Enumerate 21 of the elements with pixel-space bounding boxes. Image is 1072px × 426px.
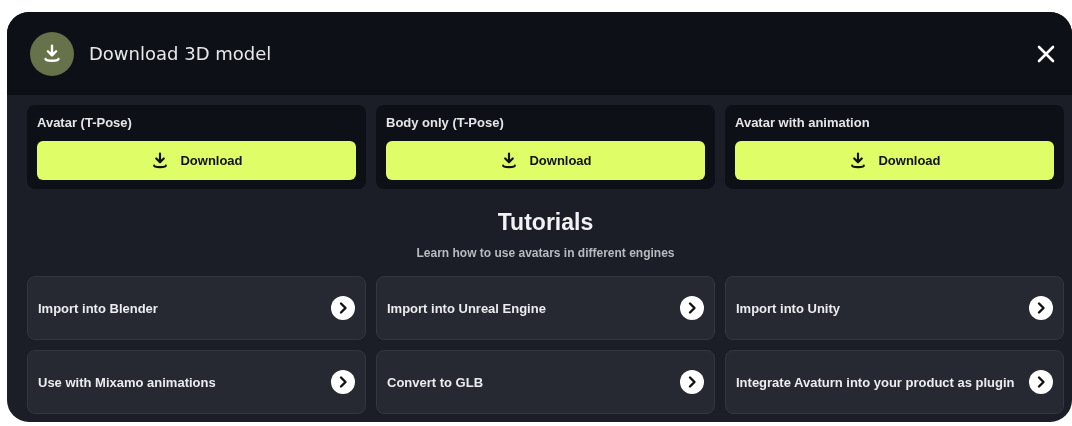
tutorial-link[interactable]: Convert to GLB — [376, 350, 715, 414]
tutorials-subtitle: Learn how to use avatars in different engines — [415, 246, 676, 260]
chevron-right-icon — [331, 296, 355, 320]
tutorial-link[interactable]: Integrate Avaturn into your product as plugin — [725, 350, 1064, 414]
tutorial-link[interactable]: Import into Unity — [725, 276, 1064, 340]
download-button[interactable]: Download — [37, 141, 356, 180]
chevron-right-icon — [331, 370, 355, 394]
download-label: Avatar with animation — [735, 115, 871, 130]
download-label: Body only (T-Pose) — [386, 115, 505, 130]
download-button[interactable]: Download — [735, 141, 1054, 180]
dialog-title: Download 3D model — [89, 43, 273, 64]
chevron-right-icon — [680, 370, 704, 394]
tutorials-heading: Tutorials — [496, 209, 595, 236]
download-button[interactable]: Download — [386, 141, 705, 180]
chevron-right-icon — [1029, 370, 1053, 394]
tutorial-link[interactable]: Import into Blender — [27, 276, 366, 340]
chevron-right-icon — [680, 296, 704, 320]
tutorial-link[interactable]: Import into Unreal Engine — [376, 276, 715, 340]
chevron-right-icon — [1029, 296, 1053, 320]
download-label: Avatar (T-Pose) — [37, 115, 133, 130]
tutorial-link[interactable]: Use with Mixamo animations — [27, 350, 366, 414]
